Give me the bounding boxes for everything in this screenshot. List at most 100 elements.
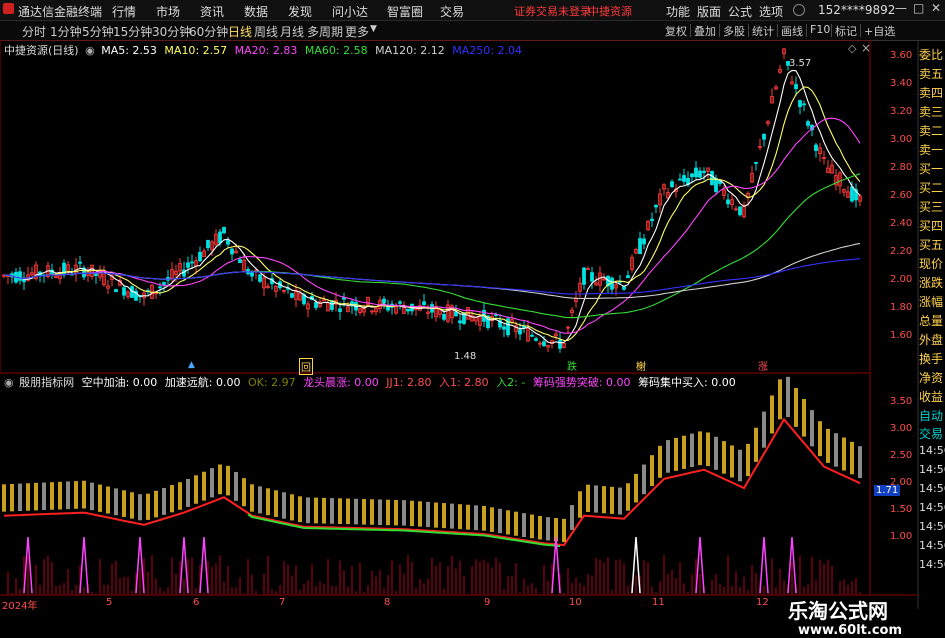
menu-hangqing[interactable]: 行情 (112, 3, 136, 20)
menu-wenxiaoda[interactable]: 问小达 (332, 3, 368, 20)
quote-tab-buy4[interactable]: 买四 (919, 217, 945, 234)
menu-zixun[interactable]: 资讯 (200, 3, 224, 20)
tongji-button[interactable]: 统计 (752, 23, 774, 39)
quote-tab-sell2[interactable]: 卖二 (919, 122, 945, 139)
x-axis-label: 2024年 (2, 601, 38, 612)
menu-shuju[interactable]: 数据 (244, 3, 268, 20)
toolbar-divider (831, 24, 832, 37)
tab-15min[interactable]: 15分钟 (113, 23, 152, 40)
indicator-tick: 1.00 (890, 531, 913, 542)
menu-banmian[interactable]: 版面 (697, 3, 721, 20)
trade-label[interactable]: 交易 (919, 425, 945, 442)
chip-bar (58, 481, 62, 510)
toolbar-divider (777, 24, 778, 37)
chip-bar (650, 455, 654, 487)
quote-tab-buy2[interactable]: 买二 (919, 179, 945, 196)
quote-tab-price[interactable]: 现价 (919, 255, 945, 272)
tab-monthly[interactable]: 月线 (280, 23, 304, 40)
tab-more[interactable]: 更多 (345, 23, 369, 40)
tab-weekly[interactable]: 周线 (254, 23, 278, 40)
add-favorite-button[interactable]: +自选 (864, 23, 895, 39)
chip-bar (594, 485, 598, 513)
chip-bar (106, 486, 110, 514)
chip-bar (498, 508, 502, 534)
tab-daily[interactable]: 日线 (228, 23, 252, 40)
quote-tab-buy1[interactable]: 买一 (919, 160, 945, 177)
indicator-name[interactable]: 殷朋指标网 (19, 376, 74, 389)
auto-trade-label[interactable]: 自动 (919, 407, 945, 424)
quote-tab-sell4[interactable]: 卖四 (919, 84, 945, 101)
quote-tab-earnings[interactable]: 收益 (919, 388, 945, 405)
quote-tab-outer[interactable]: 外盘 (919, 331, 945, 348)
event-marker[interactable]: 涨 (758, 358, 768, 373)
ma5-label: MA5 (101, 44, 126, 57)
quote-tab-turnover[interactable]: 换手 (919, 350, 945, 367)
indicator-settings-icon[interactable]: ◉ (4, 376, 14, 389)
candle-body (654, 204, 658, 208)
menu-faxian[interactable]: 发现 (288, 3, 312, 20)
menu-shichang[interactable]: 市场 (156, 3, 180, 20)
quote-tab-sell3[interactable]: 卖三 (919, 103, 945, 120)
price-tick: 2.60 (890, 190, 913, 201)
chip-bar (298, 496, 302, 523)
candle-body (290, 293, 294, 298)
fuquan-button[interactable]: 复权 (665, 23, 687, 39)
quote-tab-change-pct[interactable]: 涨幅 (919, 293, 945, 310)
quote-tab-change[interactable]: 涨跌 (919, 274, 945, 291)
settings-circle-icon[interactable]: ◉ (85, 44, 95, 57)
candle-body (190, 261, 194, 264)
quote-tab-weibi[interactable]: 委比 (919, 46, 945, 63)
biaoji-button[interactable]: 标记 (835, 23, 857, 39)
quote-tab-netasset[interactable]: 净资 (919, 369, 945, 386)
event-marker[interactable]: 跌 (567, 358, 577, 373)
chip-bar (562, 518, 566, 543)
chart-close-icon[interactable]: × (861, 41, 871, 55)
tab-fenshi[interactable]: 分时 (22, 23, 46, 40)
event-marker[interactable]: 榭 (636, 358, 646, 373)
menu-xuanxiang[interactable]: 选项 (759, 3, 783, 20)
chart-area[interactable]: 中捷资源(日线) ◉ MA5: 2.53 MA10: 2.57 MA20: 2.… (0, 40, 945, 638)
minimize-icon[interactable]: — (895, 1, 907, 15)
duogu-button[interactable]: 多股 (723, 23, 745, 39)
chip-bar (90, 482, 94, 511)
chip-bar (586, 484, 590, 512)
tab-multi-period[interactable]: 多周期 (307, 23, 343, 40)
candle-body (18, 271, 22, 281)
quote-tab-sell5[interactable]: 卖五 (919, 65, 945, 82)
candle-body (314, 302, 318, 309)
user-icon[interactable] (793, 4, 805, 16)
huaxian-button[interactable]: 画线 (781, 23, 803, 39)
candle-body (762, 133, 766, 140)
quote-tab-buy5[interactable]: 买五 (919, 236, 945, 253)
diejia-button[interactable]: 叠加 (694, 23, 716, 39)
chip-bar (362, 499, 366, 525)
candle-body (422, 301, 426, 305)
f10-button[interactable]: F10 (810, 23, 830, 36)
menu-gongneng[interactable]: 功能 (666, 3, 690, 20)
kline-chart-svg[interactable] (0, 40, 945, 609)
quote-tab-buy3[interactable]: 买三 (919, 198, 945, 215)
chevron-down-icon[interactable]: ▼ (370, 24, 377, 34)
tab-1min[interactable]: 1分钟 (50, 23, 82, 40)
close-icon[interactable]: ✕ (931, 1, 941, 15)
chart-options-icon[interactable]: ◇ (848, 42, 856, 55)
chip-bar (10, 483, 14, 512)
indicator-item: 筹码强势突破: 0.00 (532, 376, 631, 389)
stock-name-label[interactable]: 中捷资源(日线) (4, 44, 79, 57)
tab-5min[interactable]: 5分钟 (82, 23, 114, 40)
quote-tab-sell1[interactable]: 卖一 (919, 141, 945, 158)
indicator-tick: 3.00 (890, 423, 913, 434)
quote-tab-volume[interactable]: 总量 (919, 312, 945, 329)
menu-zhifuquan[interactable]: 智富圈 (387, 3, 423, 20)
tab-60min[interactable]: 60分钟 (189, 23, 228, 40)
menu-jiaoyi[interactable]: 交易 (440, 3, 464, 20)
candle-body (458, 320, 462, 324)
event-marker[interactable]: 回 (299, 358, 313, 375)
candle-body (382, 298, 386, 304)
maximize-icon[interactable]: □ (913, 1, 924, 15)
menu-gongshi[interactable]: 公式 (728, 3, 752, 20)
tab-30min[interactable]: 30分钟 (152, 23, 191, 40)
candle-body (726, 199, 730, 205)
candle-body (638, 238, 642, 255)
broker-login-warning[interactable]: 证券交易未登录 (514, 3, 591, 19)
